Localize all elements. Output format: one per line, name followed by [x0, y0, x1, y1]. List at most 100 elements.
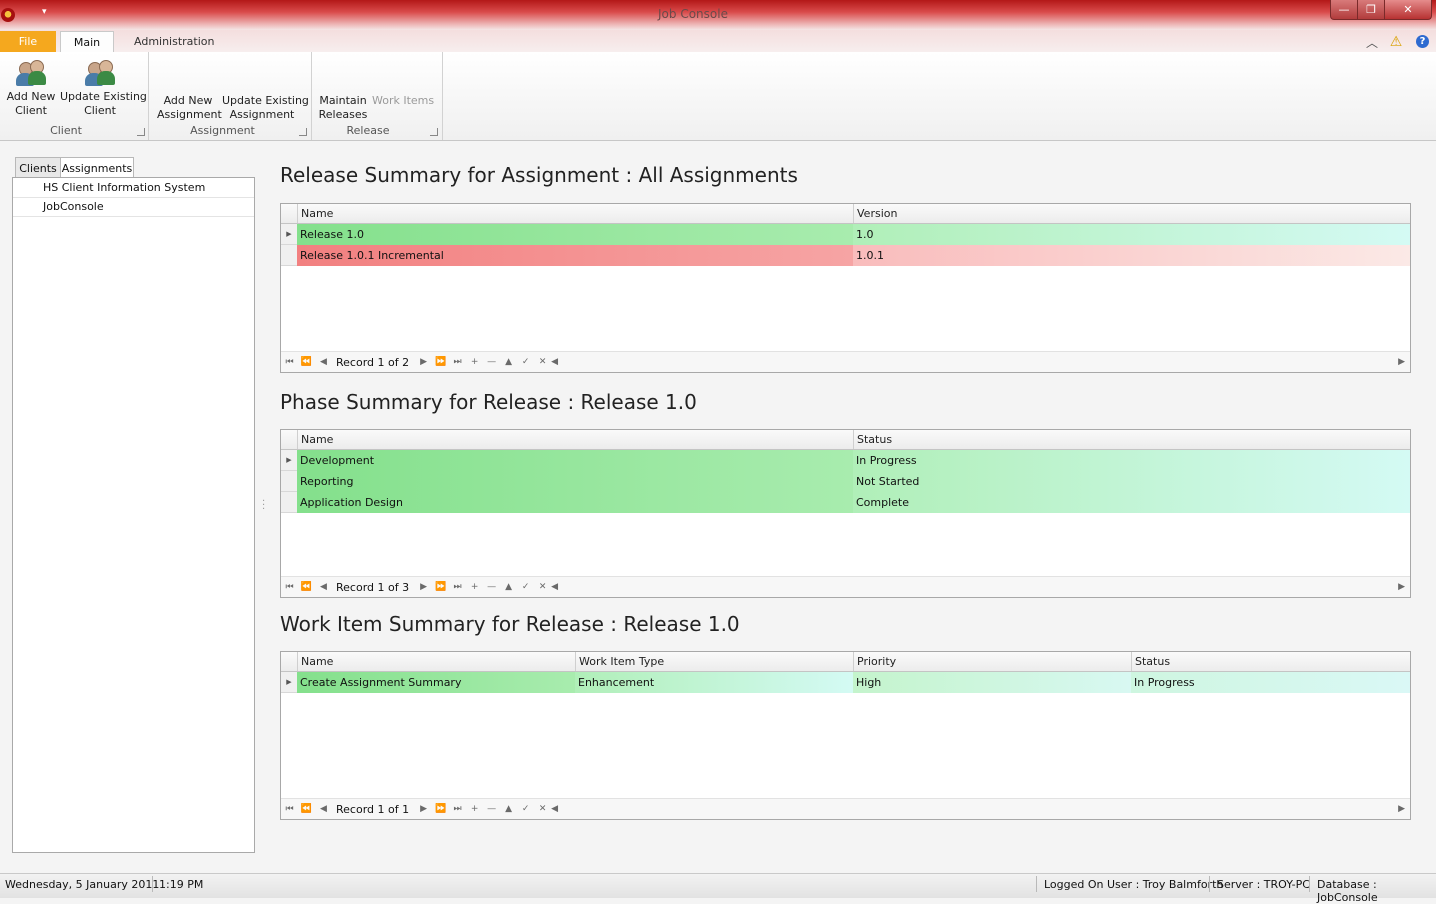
cell-status[interactable]: In Progress: [1131, 672, 1410, 693]
update-existing-assignment-button[interactable]: Update Existing Assignment: [222, 94, 309, 122]
assignment-group-launcher-icon[interactable]: [299, 128, 307, 136]
splitter-grip-icon[interactable]: · · ·: [262, 497, 265, 515]
delete-record-icon[interactable]: —: [483, 357, 500, 367]
edit-record-icon[interactable]: ▲: [500, 357, 517, 367]
work-items-button[interactable]: Work Items: [372, 94, 434, 108]
status-date: Wednesday, 5 January 2011: [5, 878, 160, 891]
delete-record-icon[interactable]: —: [483, 804, 500, 814]
next-page-icon[interactable]: ⏩: [432, 804, 449, 814]
last-record-icon[interactable]: ⏭: [449, 804, 466, 814]
delete-record-icon[interactable]: —: [483, 582, 500, 592]
add-record-icon[interactable]: +: [466, 582, 483, 592]
cell-version[interactable]: 1.0: [853, 224, 1410, 245]
cell-name[interactable]: Release 1.0: [297, 224, 853, 245]
column-header-version[interactable]: Version: [853, 204, 1410, 223]
update-existing-client-button[interactable]: Update Existing Client: [60, 58, 147, 118]
add-new-assignment-button[interactable]: Add New Assignment: [157, 94, 222, 122]
cancel-edit-icon[interactable]: ✕: [534, 582, 551, 592]
scroll-left-icon[interactable]: ◀: [551, 357, 558, 367]
next-record-icon[interactable]: ▶: [415, 804, 432, 814]
tab-assignments[interactable]: Assignments: [60, 157, 134, 179]
column-header-name[interactable]: Name: [297, 652, 575, 671]
scroll-right-icon[interactable]: ▶: [1398, 357, 1405, 367]
table-row[interactable]: Reporting Not Started: [281, 471, 1410, 492]
cancel-edit-icon[interactable]: ✕: [534, 804, 551, 814]
first-record-icon[interactable]: ⏮: [281, 804, 298, 814]
collapse-ribbon-icon[interactable]: ︿: [1365, 35, 1379, 50]
release-group-launcher-icon[interactable]: [430, 128, 438, 136]
row-indicator-icon: ▶: [281, 450, 298, 471]
table-row[interactable]: Application Design Complete: [281, 492, 1410, 513]
last-record-icon[interactable]: ⏭: [449, 357, 466, 367]
next-record-icon[interactable]: ▶: [415, 357, 432, 367]
previous-page-icon[interactable]: ⏪: [298, 804, 315, 814]
save-record-icon[interactable]: ✓: [517, 357, 534, 367]
add-record-icon[interactable]: +: [466, 357, 483, 367]
column-header-work-item-type[interactable]: Work Item Type: [575, 652, 853, 671]
scroll-right-icon[interactable]: ▶: [1398, 582, 1405, 592]
record-navigator: ⏮ ⏪ ◀ Record 1 of 1 ▶ ⏩ ⏭ + — ▲ ✓ ✕ ◀ ▶: [281, 798, 1410, 819]
edit-record-icon[interactable]: ▲: [500, 582, 517, 592]
table-row[interactable]: ▶ Release 1.0 1.0: [281, 224, 1410, 245]
cell-status[interactable]: In Progress: [853, 450, 1410, 471]
cell-status[interactable]: Not Started: [853, 471, 1410, 492]
next-page-icon[interactable]: ⏩: [432, 357, 449, 367]
table-row[interactable]: Release 1.0.1 Incremental 1.0.1: [281, 245, 1410, 266]
cell-work-item-type[interactable]: Enhancement: [575, 672, 853, 693]
update-existing-assignment-label: Update Existing Assignment: [222, 94, 309, 121]
grid-header: Name Work Item Type Priority Status: [281, 652, 1410, 672]
table-row[interactable]: ▶ Create Assignment Summary Enhancement …: [281, 672, 1410, 693]
add-new-client-button[interactable]: Add New Client: [6, 58, 56, 118]
grid-header: Name Status: [281, 430, 1410, 450]
cell-name[interactable]: Reporting: [297, 471, 853, 492]
previous-record-icon[interactable]: ◀: [315, 582, 332, 592]
first-record-icon[interactable]: ⏮: [281, 357, 298, 367]
cell-name[interactable]: Application Design: [297, 492, 853, 513]
maintain-releases-button[interactable]: Maintain Releases: [318, 94, 368, 122]
add-record-icon[interactable]: +: [466, 804, 483, 814]
previous-record-icon[interactable]: ◀: [315, 804, 332, 814]
tab-file[interactable]: File: [0, 31, 56, 52]
save-record-icon[interactable]: ✓: [517, 582, 534, 592]
previous-page-icon[interactable]: ⏪: [298, 357, 315, 367]
scroll-left-icon[interactable]: ◀: [551, 582, 558, 592]
cell-name[interactable]: Release 1.0.1 Incremental: [297, 245, 853, 266]
cancel-edit-icon[interactable]: ✕: [534, 357, 551, 367]
cell-name[interactable]: Development: [297, 450, 853, 471]
tab-main[interactable]: Main: [60, 31, 114, 53]
assignment-list-panel: [12, 177, 255, 853]
warning-icon[interactable]: ⚠: [1389, 34, 1403, 50]
grid-header: Name Version: [281, 204, 1410, 224]
list-item[interactable]: HS Client Information System: [13, 178, 254, 198]
cell-name[interactable]: Create Assignment Summary: [297, 672, 575, 693]
next-record-icon[interactable]: ▶: [415, 582, 432, 592]
help-icon[interactable]: ?: [1416, 35, 1429, 48]
column-header-name[interactable]: Name: [297, 430, 853, 449]
status-divider: [1036, 876, 1037, 892]
restore-button[interactable]: ❐: [1357, 0, 1385, 20]
cell-status[interactable]: Complete: [853, 492, 1410, 513]
previous-record-icon[interactable]: ◀: [315, 357, 332, 367]
column-header-priority[interactable]: Priority: [853, 652, 1131, 671]
column-header-name[interactable]: Name: [297, 204, 853, 223]
scroll-left-icon[interactable]: ◀: [551, 804, 558, 814]
list-item[interactable]: JobConsole: [13, 197, 254, 217]
save-record-icon[interactable]: ✓: [517, 804, 534, 814]
first-record-icon[interactable]: ⏮: [281, 582, 298, 592]
next-page-icon[interactable]: ⏩: [432, 582, 449, 592]
tab-administration[interactable]: Administration: [126, 31, 223, 52]
previous-page-icon[interactable]: ⏪: [298, 582, 315, 592]
column-header-status[interactable]: Status: [1131, 652, 1410, 671]
close-button[interactable]: ✕: [1384, 0, 1432, 20]
list-item-label: HS Client Information System: [43, 181, 206, 194]
tab-clients[interactable]: Clients: [15, 157, 61, 179]
cell-priority[interactable]: High: [853, 672, 1131, 693]
last-record-icon[interactable]: ⏭: [449, 582, 466, 592]
column-header-status[interactable]: Status: [853, 430, 1410, 449]
edit-record-icon[interactable]: ▲: [500, 804, 517, 814]
minimize-button[interactable]: —: [1330, 0, 1358, 20]
client-group-launcher-icon[interactable]: [137, 128, 145, 136]
table-row[interactable]: ▶ Development In Progress: [281, 450, 1410, 471]
cell-version[interactable]: 1.0.1: [853, 245, 1410, 266]
scroll-right-icon[interactable]: ▶: [1398, 804, 1405, 814]
